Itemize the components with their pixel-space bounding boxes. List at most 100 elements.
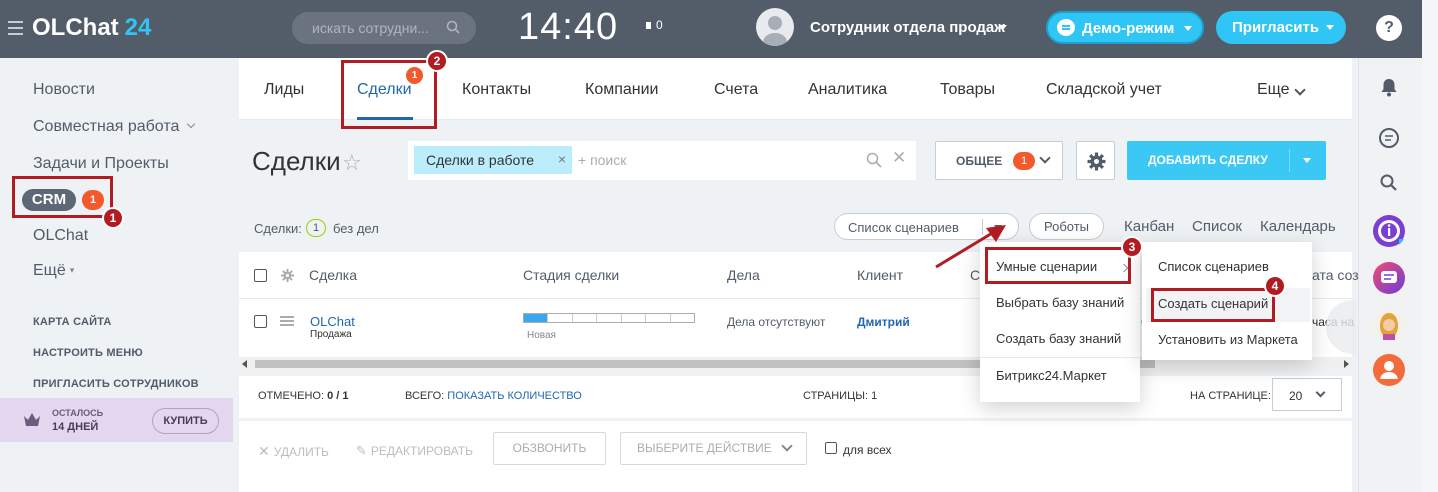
deal-title-link[interactable]: OLChat <box>310 314 355 329</box>
submenu-item-scenario-list[interactable]: Список сценариев <box>1158 259 1269 274</box>
sitemap-link[interactable]: КАРТА САЙТА <box>33 316 112 328</box>
edit-action[interactable]: ✎ РЕДАКТИРОВАТЬ <box>356 443 473 459</box>
row-menu-icon[interactable] <box>280 316 294 326</box>
sidebar-item-news[interactable]: Новости <box>33 81 95 99</box>
call-button[interactable]: ОБЗВОНИТЬ <box>493 432 606 465</box>
total-info: ВСЕГО: ПОКАЗАТЬ КОЛИЧЕСТВО <box>405 390 582 402</box>
sidebar-item-more[interactable]: Ещё ▾ <box>33 262 74 280</box>
user-avatar[interactable] <box>756 8 794 46</box>
settings-button[interactable] <box>1076 141 1115 180</box>
assistant-icon[interactable] <box>1372 214 1406 248</box>
profile-icon[interactable] <box>1372 353 1406 387</box>
user-caret-icon[interactable] <box>999 25 1007 30</box>
view-kanban[interactable]: Канбан <box>1124 218 1174 235</box>
tab-companies[interactable]: Компании <box>585 81 659 99</box>
column-tasks[interactable]: Дела <box>727 267 760 283</box>
page-scrollbar[interactable] <box>1422 0 1438 492</box>
employee-search-input[interactable]: искать сотрудни... <box>292 12 476 44</box>
for-all-checkbox[interactable] <box>825 442 837 454</box>
crown-icon <box>24 413 40 426</box>
per-page-select[interactable]: 20 <box>1272 378 1342 411</box>
app-logo[interactable]: OLChat 24 <box>32 14 151 42</box>
column-stage[interactable]: Стадия сделки <box>523 267 619 283</box>
chevron-down-icon <box>1315 387 1326 398</box>
help-icon[interactable]: ? <box>1376 15 1402 41</box>
user-name[interactable]: Сотрудник отдела продаж <box>810 19 1005 36</box>
filter-search-placeholder[interactable]: + поиск <box>578 152 626 168</box>
row-checkbox[interactable] <box>254 315 267 328</box>
demo-mode-button[interactable]: Демо-режим <box>1046 11 1204 44</box>
sidebar-item-label: Ещё <box>33 262 66 279</box>
add-deal-button[interactable]: ДОБАВИТЬ СДЕЛКУ <box>1127 141 1326 180</box>
chat-icon <box>1057 19 1075 36</box>
menu-item-create-kb[interactable]: Создать базу знаний <box>996 331 1121 346</box>
flag-icon <box>646 22 651 29</box>
chevron-down-icon: ▾ <box>69 265 75 275</box>
tab-leads[interactable]: Лиды <box>264 81 304 99</box>
search-icon[interactable] <box>866 152 882 168</box>
gear-icon[interactable] <box>280 268 295 283</box>
search-icon[interactable] <box>1372 166 1406 200</box>
stage-segment <box>524 314 549 322</box>
star-icon[interactable]: ☆ <box>342 150 362 176</box>
menu-burger-icon[interactable] <box>8 21 23 35</box>
step-badge-1: 1 <box>102 207 124 229</box>
close-icon[interactable]: × <box>558 151 566 167</box>
general-label: ОБЩЕЕ <box>956 154 1003 168</box>
delete-action[interactable]: ✕ УДАЛИТЬ <box>258 443 329 460</box>
annotation-box-create-scenario <box>1151 288 1275 322</box>
open-channels-icon[interactable] <box>1372 261 1406 295</box>
tab-analytics[interactable]: Аналитика <box>808 81 887 99</box>
tab-invoices[interactable]: Счета <box>714 81 758 99</box>
bell-icon[interactable] <box>1372 70 1406 104</box>
stage-progress-bar[interactable] <box>523 313 695 323</box>
delete-label: УДАЛИТЬ <box>273 445 329 459</box>
clear-filter-icon[interactable]: ✕ <box>892 148 906 168</box>
filter-chip[interactable]: Сделки в работе × <box>414 146 572 174</box>
general-category-button[interactable]: ОБЩЕЕ 1 <box>935 141 1063 180</box>
tab-products[interactable]: Товары <box>940 81 995 99</box>
show-count-link[interactable]: ПОКАЗАТЬ КОЛИЧЕСТВО <box>447 390 582 402</box>
tab-more[interactable]: Еще <box>1257 81 1290 99</box>
column-client[interactable]: Клиент <box>857 267 903 283</box>
configure-menu-link[interactable]: НАСТРОИТЬ МЕНЮ <box>33 347 143 359</box>
client-link[interactable]: Дмитрий <box>857 315 910 329</box>
robots-button[interactable]: Роботы <box>1029 213 1104 240</box>
buy-button[interactable]: КУПИТЬ <box>152 408 219 434</box>
view-calendar[interactable]: Календарь <box>1260 218 1336 235</box>
sidebar-item-collaboration[interactable]: Совместная работа <box>33 118 196 136</box>
choose-action-select[interactable]: ВЫБЕРИТЕ ДЕЙСТВИЕ <box>620 432 807 465</box>
tab-contacts[interactable]: Контакты <box>462 81 531 99</box>
filter-chip-label: Сделки в работе <box>426 152 535 168</box>
deals-count[interactable]: 1 <box>306 219 326 237</box>
invite-button[interactable]: Пригласить <box>1216 11 1346 44</box>
annotation-box-crm <box>12 176 113 218</box>
promo-days-left: 14 ДНЕЙ <box>52 421 99 433</box>
step-badge-4: 4 <box>1264 275 1286 297</box>
user-avatar-icon[interactable] <box>1372 307 1406 341</box>
column-deal[interactable]: Сделка <box>309 267 357 283</box>
clock: 14:40 <box>518 6 619 48</box>
chat-list-icon[interactable] <box>1372 121 1406 155</box>
sidebar-item-tasks[interactable]: Задачи и Проекты <box>33 155 169 173</box>
scroll-right-arrow-icon[interactable] <box>1344 360 1349 368</box>
tab-inventory[interactable]: Складской учет <box>1046 81 1162 99</box>
step-badge-2: 2 <box>426 50 448 72</box>
scroll-left-arrow-icon[interactable] <box>242 360 247 368</box>
menu-item-market[interactable]: Битрикс24.Маркет <box>996 368 1107 383</box>
submenu-item-install-market[interactable]: Установить из Маркета <box>1158 332 1298 347</box>
chevron-down-icon[interactable] <box>1303 158 1311 163</box>
general-counter: 1 <box>1013 152 1035 170</box>
deals-count-label: Сделки: <box>254 221 302 236</box>
flag-counter[interactable]: 0 <box>646 18 663 32</box>
stage-segment <box>573 314 598 322</box>
promo-days-caption: ОСТАЛОСЬ <box>52 408 104 418</box>
view-list[interactable]: Список <box>1192 218 1242 235</box>
column-created[interactable]: ата соз <box>1312 267 1359 283</box>
select-all-checkbox[interactable] <box>254 269 267 282</box>
sidebar-item-olchat[interactable]: OLChat <box>33 227 88 245</box>
stage-name: Новая <box>527 330 556 341</box>
search-placeholder: искать сотрудни... <box>312 20 429 36</box>
menu-item-choose-kb[interactable]: Выбрать базу знаний <box>996 295 1124 310</box>
invite-employees-link[interactable]: ПРИГЛАСИТЬ СОТРУДНИКОВ <box>33 378 199 390</box>
